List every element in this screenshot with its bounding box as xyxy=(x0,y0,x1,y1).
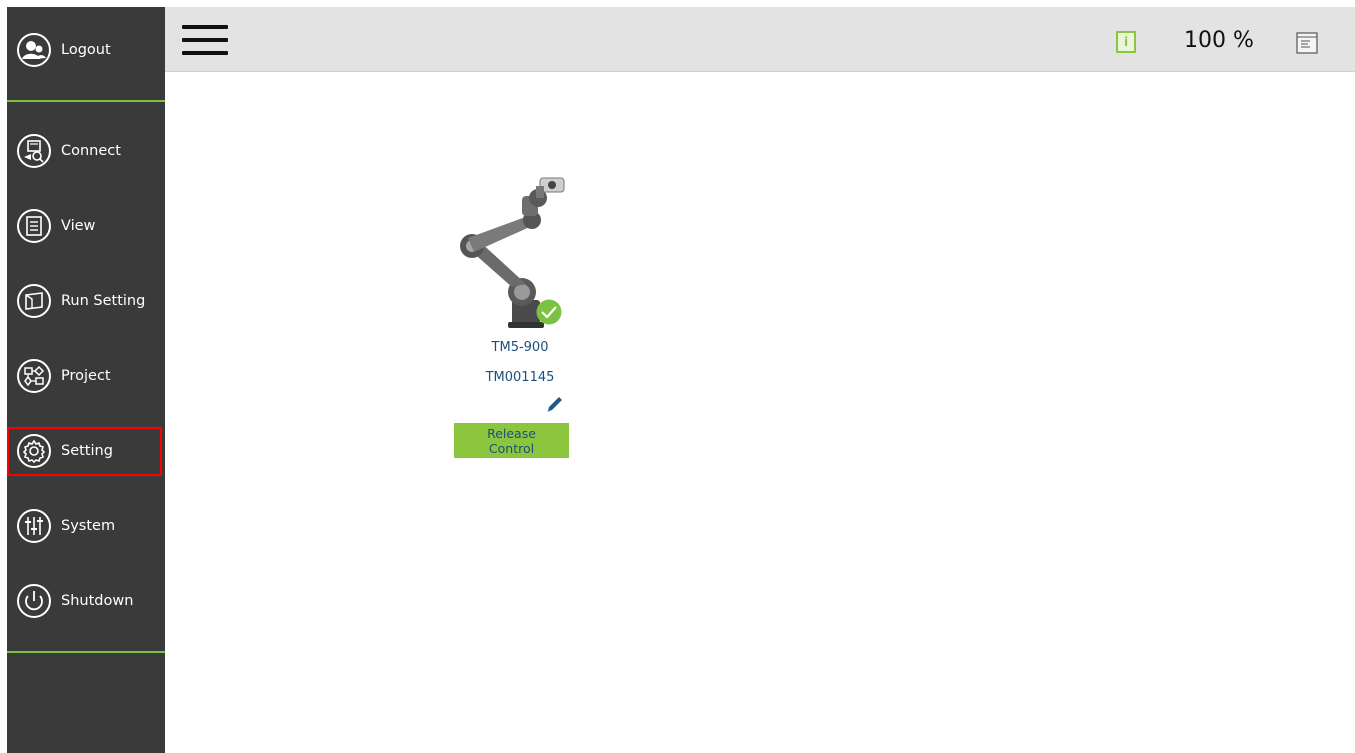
sidebar-item-shutdown[interactable]: Shutdown xyxy=(7,577,165,625)
menu-icon[interactable] xyxy=(182,25,228,61)
connect-icon xyxy=(16,133,52,169)
run-setting-icon xyxy=(16,283,52,319)
log-panel-icon[interactable] xyxy=(1296,32,1318,54)
robot-arm-image[interactable] xyxy=(452,172,570,330)
top-bar: i 100 % xyxy=(165,7,1355,72)
sidebar-item-label: Shutdown xyxy=(61,593,134,609)
pencil-icon[interactable] xyxy=(544,393,566,415)
zoom-level: 100 % xyxy=(1184,28,1254,53)
robot-serial-label: TM001145 xyxy=(485,370,555,385)
sidebar-item-label: Connect xyxy=(61,143,121,159)
sidebar-item-logout[interactable]: Logout xyxy=(7,26,165,74)
sidebar-item-label: Run Setting xyxy=(61,293,146,309)
sidebar-item-connect[interactable]: Connect xyxy=(7,127,165,175)
sidebar-item-project[interactable]: Project xyxy=(7,352,165,400)
user-icon xyxy=(16,32,52,68)
sidebar-item-label: Logout xyxy=(61,42,111,58)
left-gap xyxy=(0,0,7,753)
sidebar: Logout Connect View Run Setting Project … xyxy=(7,7,165,753)
sliders-icon xyxy=(16,508,52,544)
sidebar-divider xyxy=(7,100,165,102)
sidebar-item-run-setting[interactable]: Run Setting xyxy=(7,277,165,325)
sidebar-divider xyxy=(7,651,165,653)
sidebar-item-view[interactable]: View xyxy=(7,202,165,250)
release-control-button[interactable]: Release Control xyxy=(454,423,569,458)
power-icon xyxy=(16,583,52,619)
view-icon xyxy=(16,208,52,244)
sidebar-item-system[interactable]: System xyxy=(7,502,165,550)
sidebar-item-label: System xyxy=(61,518,116,534)
info-icon[interactable]: i xyxy=(1116,31,1136,53)
check-icon xyxy=(536,299,562,325)
selection-highlight xyxy=(7,427,162,476)
project-icon xyxy=(16,358,52,394)
sidebar-item-label: View xyxy=(61,218,96,234)
robot-model-label: TM5-900 xyxy=(491,340,549,355)
sidebar-item-label: Project xyxy=(61,368,111,384)
